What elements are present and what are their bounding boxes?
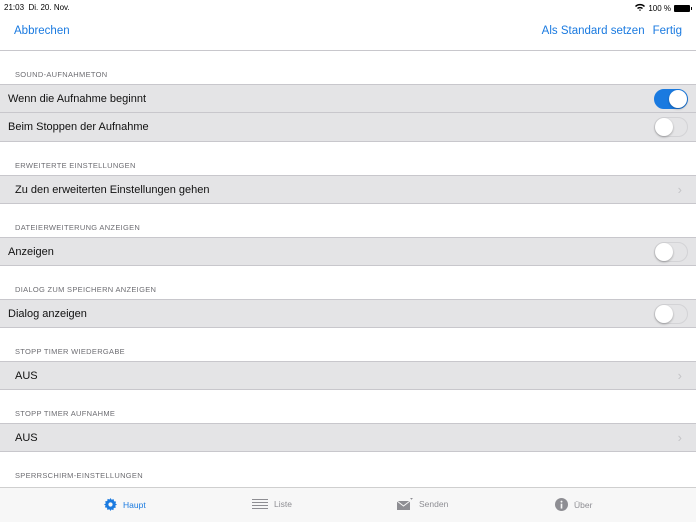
tab-bar: Haupt Liste Senden Über — [0, 487, 696, 522]
section-header-save-dialog: DIALOG ZUM SPEICHERN ANZEIGEN — [15, 285, 157, 294]
done-button[interactable]: Fertig — [653, 25, 682, 37]
row-label: Wenn die Aufnahme beginnt — [8, 93, 147, 105]
tab-label: Liste — [274, 499, 292, 509]
settings-list[interactable]: SOUND-AUFNAHMETON Wenn die Aufnahme begi… — [0, 51, 696, 487]
cancel-button[interactable]: Abbrechen — [14, 25, 70, 37]
row-timer-playback[interactable]: AUS › — [0, 361, 696, 390]
section-header-timer-record: STOPP TIMER AUFNAHME — [15, 409, 116, 418]
row-label: Anzeigen — [8, 246, 54, 258]
section-header-timer-playback: STOPP TIMER WIEDERGABE — [15, 347, 125, 356]
time-text: 21:03 — [4, 3, 25, 12]
date-text: Di. 20. Nov. — [28, 3, 70, 12]
chevron-right-icon: › — [677, 368, 682, 383]
row-sound-stop: Beim Stoppen der Aufnahme — [0, 113, 696, 142]
gear-icon — [104, 498, 117, 511]
row-value: AUS — [15, 432, 38, 444]
section-header-sound: SOUND-AUFNAHMETON — [15, 70, 108, 79]
row-timer-record[interactable]: AUS › — [0, 423, 696, 452]
nav-bar: Abbrechen Als Standard setzen Fertig — [0, 14, 696, 51]
status-time: 21:03 Di. 20. Nov. — [4, 3, 70, 12]
tab-ueber[interactable]: Über — [555, 498, 592, 511]
battery-icon — [674, 4, 692, 12]
chevron-right-icon: › — [677, 182, 682, 197]
row-value: AUS — [15, 370, 38, 382]
toggle-show-dialog[interactable] — [654, 304, 688, 324]
info-icon — [555, 498, 568, 511]
row-sound-start: Wenn die Aufnahme beginnt — [0, 84, 696, 113]
toggle-sound-start[interactable] — [654, 89, 688, 109]
row-show-dialog: Dialog anzeigen — [0, 299, 696, 328]
row-label: Zu den erweiterten Einstellungen gehen — [15, 184, 210, 196]
status-bar: 21:03 Di. 20. Nov. 100 % — [0, 0, 696, 14]
set-default-button[interactable]: Als Standard setzen — [542, 25, 645, 37]
row-label: Dialog anzeigen — [8, 308, 87, 320]
row-show-extension: Anzeigen — [0, 237, 696, 266]
toggle-knob — [655, 243, 673, 261]
row-advanced-settings[interactable]: Zu den erweiterten Einstellungen gehen › — [0, 175, 696, 204]
toggle-knob — [655, 118, 673, 136]
toggle-show-extension[interactable] — [654, 242, 688, 262]
list-icon — [252, 498, 268, 510]
status-right: 100 % — [635, 3, 692, 13]
tab-haupt[interactable]: Haupt — [104, 498, 146, 511]
section-header-extension: DATEIERWEITERUNG ANZEIGEN — [15, 223, 141, 232]
send-mail-icon — [397, 498, 413, 510]
tab-label: Über — [574, 499, 593, 510]
tab-senden[interactable]: Senden — [397, 498, 448, 510]
row-label: Beim Stoppen der Aufnahme — [8, 121, 149, 133]
tab-label: Haupt — [123, 499, 146, 510]
battery-percent: 100 % — [648, 3, 671, 13]
toggle-knob — [655, 305, 673, 323]
section-header-lockscreen: SPERRSCHIRM-EINSTELLUNGEN — [15, 471, 143, 480]
toggle-knob — [669, 90, 687, 108]
section-header-advanced: ERWEITERTE EINSTELLUNGEN — [15, 161, 136, 170]
tab-label: Senden — [419, 499, 449, 509]
tab-liste[interactable]: Liste — [252, 498, 292, 510]
toggle-sound-stop[interactable] — [654, 117, 688, 137]
nav-right-buttons: Als Standard setzen Fertig — [542, 25, 682, 37]
chevron-right-icon: › — [677, 430, 682, 445]
wifi-icon — [635, 3, 646, 13]
